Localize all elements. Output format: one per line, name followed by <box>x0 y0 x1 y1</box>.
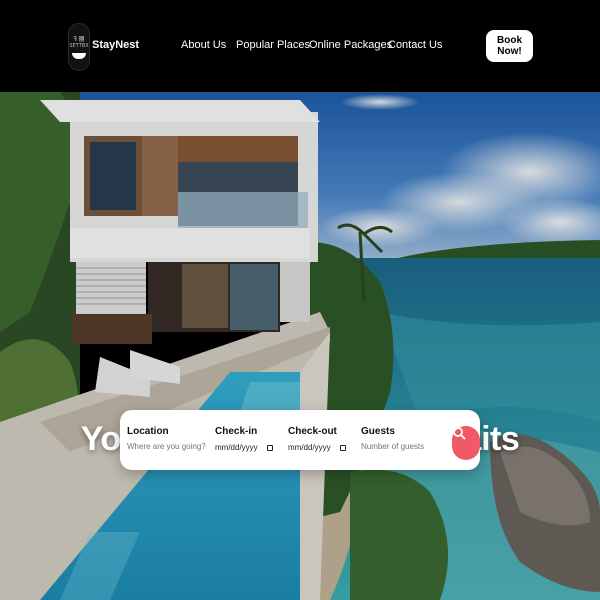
search-bar: Location Check-in mm/dd/yyyy Check-out m… <box>120 410 480 470</box>
location-field: Location <box>127 426 207 451</box>
checkout-date-value: mm/dd/yyyy <box>288 443 331 452</box>
nav-about-us[interactable]: About Us <box>181 39 226 51</box>
checkout-label: Check-out <box>288 426 337 437</box>
guests-input[interactable] <box>361 442 441 451</box>
guests-field: Guests <box>361 426 441 451</box>
location-input[interactable] <box>127 442 207 451</box>
nav-contact-us[interactable]: Contact Us <box>388 39 442 51</box>
hero-background-image <box>0 92 600 600</box>
checkin-field: Check-in mm/dd/yyyy <box>215 426 273 452</box>
checkin-date-value: mm/dd/yyyy <box>215 443 258 452</box>
nav-online-packages[interactable]: Online Packages <box>309 39 392 51</box>
location-label: Location <box>127 426 169 437</box>
search-button[interactable] <box>452 426 480 460</box>
checkin-label: Check-in <box>215 426 258 437</box>
calendar-icon[interactable] <box>266 444 273 451</box>
calendar-icon[interactable] <box>339 444 346 451</box>
checkout-date-input[interactable]: mm/dd/yyyy <box>288 443 346 452</box>
hero-section: Your Next Adventure Awaits Location Chec… <box>0 92 600 600</box>
checkout-field: Check-out mm/dd/yyyy <box>288 426 346 452</box>
search-icon <box>453 427 466 440</box>
nav-popular-places[interactable]: Popular Places <box>236 39 310 51</box>
site-header: ꟻ 丽 SETTBX StayNest About Us Popular Pla… <box>0 0 600 92</box>
book-now-button[interactable]: Book Now! <box>486 30 533 62</box>
checkin-date-input[interactable]: mm/dd/yyyy <box>215 443 273 452</box>
guests-label: Guests <box>361 426 395 437</box>
